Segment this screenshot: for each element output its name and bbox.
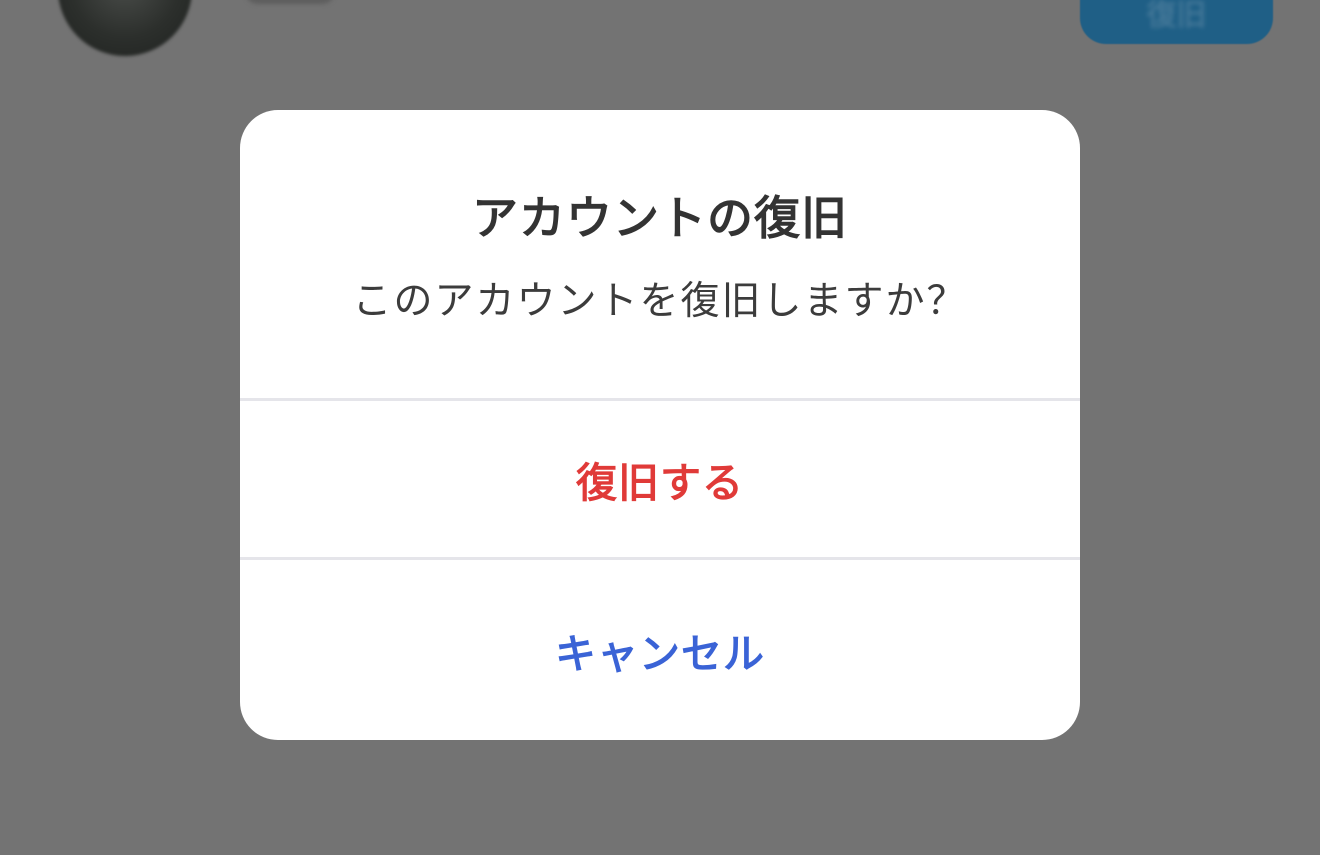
restore-button[interactable]: 復旧する <box>240 401 1080 557</box>
dialog-title: アカウントの復旧 <box>472 191 848 245</box>
cancel-button[interactable]: キャンセル <box>240 560 1080 740</box>
dialog-message: このアカウントを復旧しますか？ <box>352 279 968 324</box>
background-restore-button: 復旧 <box>1080 0 1273 44</box>
profile-avatar <box>58 0 192 56</box>
background-restore-button-label: 復旧 <box>1146 0 1207 33</box>
dialog-header: アカウントの復旧 このアカウントを復旧しますか？ <box>240 110 1080 398</box>
profile-username-placeholder <box>245 0 335 4</box>
restore-account-dialog: アカウントの復旧 このアカウントを復旧しますか？ 復旧する キャンセル <box>240 110 1080 740</box>
